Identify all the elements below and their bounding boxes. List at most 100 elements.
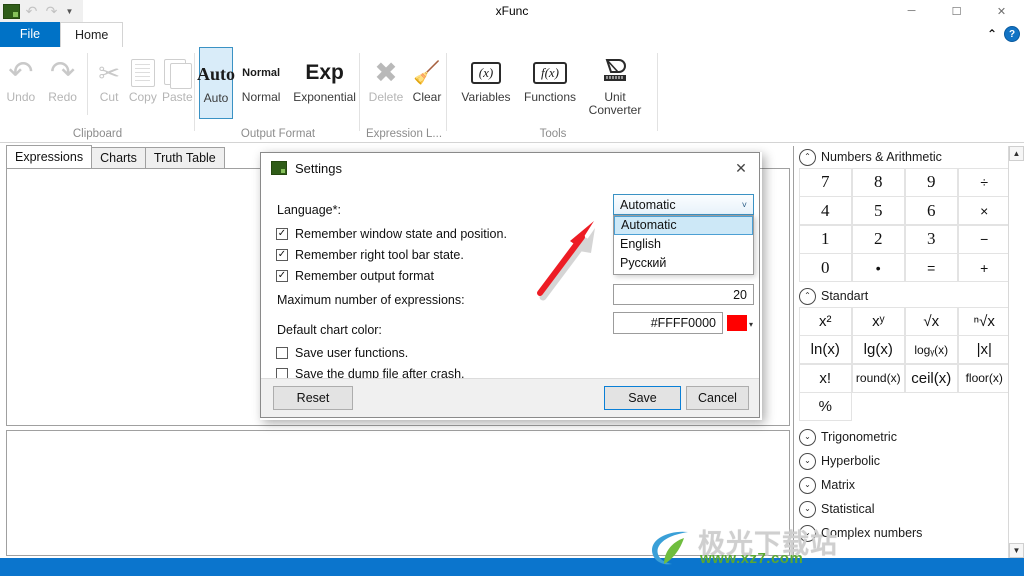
checkbox-remember-output-format[interactable]: ✓ Remember output format (276, 269, 434, 283)
language-dropdown-list[interactable]: Automatic English Русский (613, 215, 754, 275)
chart-color-input[interactable]: #FFFF0000 (613, 312, 723, 334)
checkbox-box[interactable]: ✓ (276, 270, 288, 282)
key-x-squared[interactable]: x² (798, 306, 852, 336)
qat-customize-icon[interactable]: ▼ (63, 3, 76, 20)
reset-button[interactable]: Reset (273, 386, 353, 410)
language-select[interactable]: Automatic ˅ (613, 194, 754, 215)
right-panel-scrollbar[interactable]: ▲ ▼ (1008, 146, 1024, 558)
checkbox-box[interactable]: ✓ (276, 228, 288, 240)
format-auto-button[interactable]: Auto Auto (197, 47, 235, 119)
ribbon-group-expression-list: ✖ Delete 🧹 Clear Expression L... (361, 47, 447, 142)
chevron-down-icon[interactable]: ⌄ (799, 500, 816, 518)
key-divide[interactable]: ÷ (957, 167, 1011, 197)
clear-button[interactable]: 🧹 Clear (407, 47, 447, 104)
xfunc-app-icon[interactable] (3, 3, 20, 19)
tab-home[interactable]: Home (60, 22, 124, 48)
functions-button[interactable]: f(x) Functions (518, 47, 582, 104)
key-8[interactable]: 8 (851, 167, 905, 197)
tab-charts[interactable]: Charts (91, 147, 146, 168)
checkbox-remember-window-state[interactable]: ✓ Remember window state and position. (276, 227, 507, 241)
section-statistical[interactable]: ⌄ Statistical (794, 497, 1024, 521)
key-round[interactable]: round(x) (851, 363, 905, 393)
unit-converter-button[interactable]: Unit Converter (582, 47, 648, 117)
key-plus[interactable]: + (957, 253, 1011, 282)
section-numbers-arithmetic[interactable]: ⌃ Numbers & Arithmetic (794, 146, 1024, 168)
save-button[interactable]: Save (604, 386, 681, 410)
redo-button[interactable]: ↷ Redo (42, 47, 84, 104)
checkbox-save-user-functions[interactable]: Save user functions. (276, 346, 408, 360)
checkbox-box[interactable] (276, 347, 288, 359)
chevron-up-icon[interactable]: ⌃ (799, 287, 816, 305)
key-equals[interactable]: = (904, 253, 958, 282)
key-percent[interactable]: % (798, 392, 852, 421)
checkbox-box[interactable]: ✓ (276, 249, 288, 261)
results-pane[interactable] (6, 430, 790, 556)
checkbox-remember-toolbar-state[interactable]: ✓ Remember right tool bar state. (276, 248, 464, 262)
format-exponential-label: Exponential (293, 90, 356, 104)
key-log-y[interactable]: logᵧ(x) (904, 335, 958, 364)
variables-button[interactable]: (x) Variables (454, 47, 518, 104)
undo-icon[interactable]: ↶ (23, 3, 40, 20)
language-option-english[interactable]: English (614, 235, 753, 254)
key-absolute[interactable]: |x| (957, 335, 1011, 364)
key-floor[interactable]: floor(x) (957, 363, 1011, 393)
key-multiply[interactable]: × (957, 196, 1011, 225)
language-option-automatic[interactable]: Automatic (614, 216, 753, 235)
key-ceil[interactable]: ceil(x) (904, 363, 958, 393)
chevron-down-icon[interactable]: ▾ (749, 320, 753, 329)
help-icon[interactable]: ? (1004, 26, 1020, 42)
key-1[interactable]: 1 (798, 224, 852, 254)
key-2[interactable]: 2 (851, 224, 905, 254)
tab-expressions[interactable]: Expressions (6, 145, 93, 168)
delete-button[interactable]: ✖ Delete (365, 47, 407, 104)
chevron-down-icon[interactable]: ⌄ (799, 476, 816, 494)
chevron-down-icon[interactable]: ⌄ (799, 452, 816, 470)
section-matrix[interactable]: ⌄ Matrix (794, 473, 1024, 497)
format-exponential-button[interactable]: Exp Exponential (289, 47, 360, 104)
dialog-close-button[interactable]: ✕ (729, 157, 753, 179)
section-trigonometric[interactable]: ⌄ Trigonometric (794, 425, 1024, 449)
max-expressions-input[interactable]: 20 (613, 284, 754, 305)
chart-color-swatch[interactable] (727, 315, 747, 331)
undo-button[interactable]: ↶ Undo (0, 47, 42, 104)
key-minus[interactable]: − (957, 224, 1011, 254)
close-button[interactable]: ✕ (979, 0, 1024, 22)
cancel-button[interactable]: Cancel (686, 386, 749, 410)
key-factorial[interactable]: x! (798, 363, 852, 393)
key-4[interactable]: 4 (798, 196, 852, 225)
copy-button[interactable]: Copy (126, 47, 160, 104)
language-option-russian[interactable]: Русский (614, 254, 753, 273)
redo-icon[interactable]: ↷ (43, 3, 60, 20)
key-decimal-point[interactable]: • (851, 253, 905, 282)
format-normal-button[interactable]: Normal Normal (233, 47, 289, 104)
key-7[interactable]: 7 (798, 167, 852, 197)
maximize-button[interactable]: ☐ (934, 0, 979, 22)
section-standart[interactable]: ⌃ Standart (794, 285, 1024, 307)
chevron-down-icon[interactable]: ⌄ (799, 524, 816, 542)
chevron-down-icon[interactable]: ⌄ (799, 428, 816, 446)
tab-file[interactable]: File (0, 22, 60, 47)
key-nth-root[interactable]: ⁿ√x (957, 306, 1011, 336)
collapse-ribbon-icon[interactable]: ⌃ (987, 27, 997, 41)
tab-truth-table[interactable]: Truth Table (144, 147, 225, 168)
section-complex-numbers[interactable]: ⌄ Complex numbers (794, 521, 1024, 545)
key-sqrt[interactable]: √x (904, 306, 958, 336)
key-0[interactable]: 0 (798, 253, 852, 282)
paste-button[interactable]: Paste (160, 47, 195, 104)
key-5[interactable]: 5 (851, 196, 905, 225)
key-lg[interactable]: lg(x) (851, 335, 905, 364)
key-3[interactable]: 3 (904, 224, 958, 254)
key-6[interactable]: 6 (904, 196, 958, 225)
chevron-up-icon[interactable]: ⌃ (799, 148, 816, 166)
standart-keypad: x² xʸ √x ⁿ√x ln(x) lg(x) logᵧ(x) |x| x! … (798, 306, 1024, 421)
section-hyperbolic[interactable]: ⌄ Hyperbolic (794, 449, 1024, 473)
cut-button[interactable]: ✂ Cut (92, 47, 126, 104)
variables-icon: (x) (470, 62, 502, 84)
key-ln[interactable]: ln(x) (798, 335, 852, 364)
scroll-down-icon[interactable]: ▼ (1009, 543, 1024, 558)
key-9[interactable]: 9 (904, 167, 958, 197)
scrollbar-track[interactable] (1009, 161, 1024, 543)
minimize-button[interactable]: ─ (889, 0, 934, 22)
key-x-power-y[interactable]: xʸ (851, 306, 905, 336)
scroll-up-icon[interactable]: ▲ (1009, 146, 1024, 161)
